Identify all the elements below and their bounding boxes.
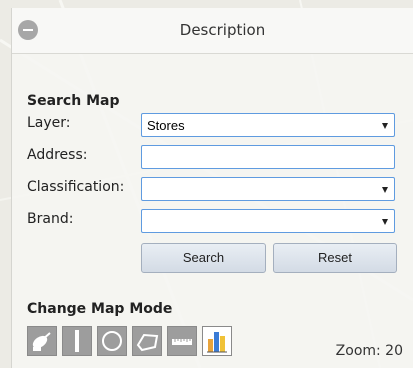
chart-icon[interactable] <box>202 326 232 356</box>
zoom-level: Zoom: 20 <box>335 343 403 359</box>
layer-select[interactable]: Stores <box>141 113 395 137</box>
classification-select[interactable] <box>141 177 395 201</box>
line-icon[interactable] <box>62 326 92 356</box>
layer-label: Layer: <box>27 115 71 131</box>
ruler-icon[interactable] <box>167 326 197 356</box>
address-input[interactable] <box>141 145 395 169</box>
brand-label: Brand: <box>27 211 74 227</box>
chevron-down-icon <box>382 187 388 193</box>
chevron-down-icon <box>382 219 388 225</box>
search-button[interactable]: Search <box>141 243 266 273</box>
polygon-icon[interactable] <box>132 326 162 356</box>
layer-select-value: Stores <box>147 118 185 133</box>
change-map-mode-heading: Change Map Mode <box>27 301 173 317</box>
address-label: Address: <box>27 147 88 163</box>
classification-label: Classification: <box>27 179 125 195</box>
search-map-heading: Search Map <box>27 93 120 109</box>
panel-title: Description <box>179 21 266 39</box>
description-panel: Description Search Map Layer: Stores Add… <box>11 8 413 368</box>
reset-button[interactable]: Reset <box>273 243 397 273</box>
circle-icon[interactable] <box>97 326 127 356</box>
satellite-icon[interactable] <box>27 326 57 356</box>
brand-select[interactable] <box>141 209 395 233</box>
chevron-down-icon <box>382 123 388 129</box>
panel-header: Description <box>12 8 413 54</box>
